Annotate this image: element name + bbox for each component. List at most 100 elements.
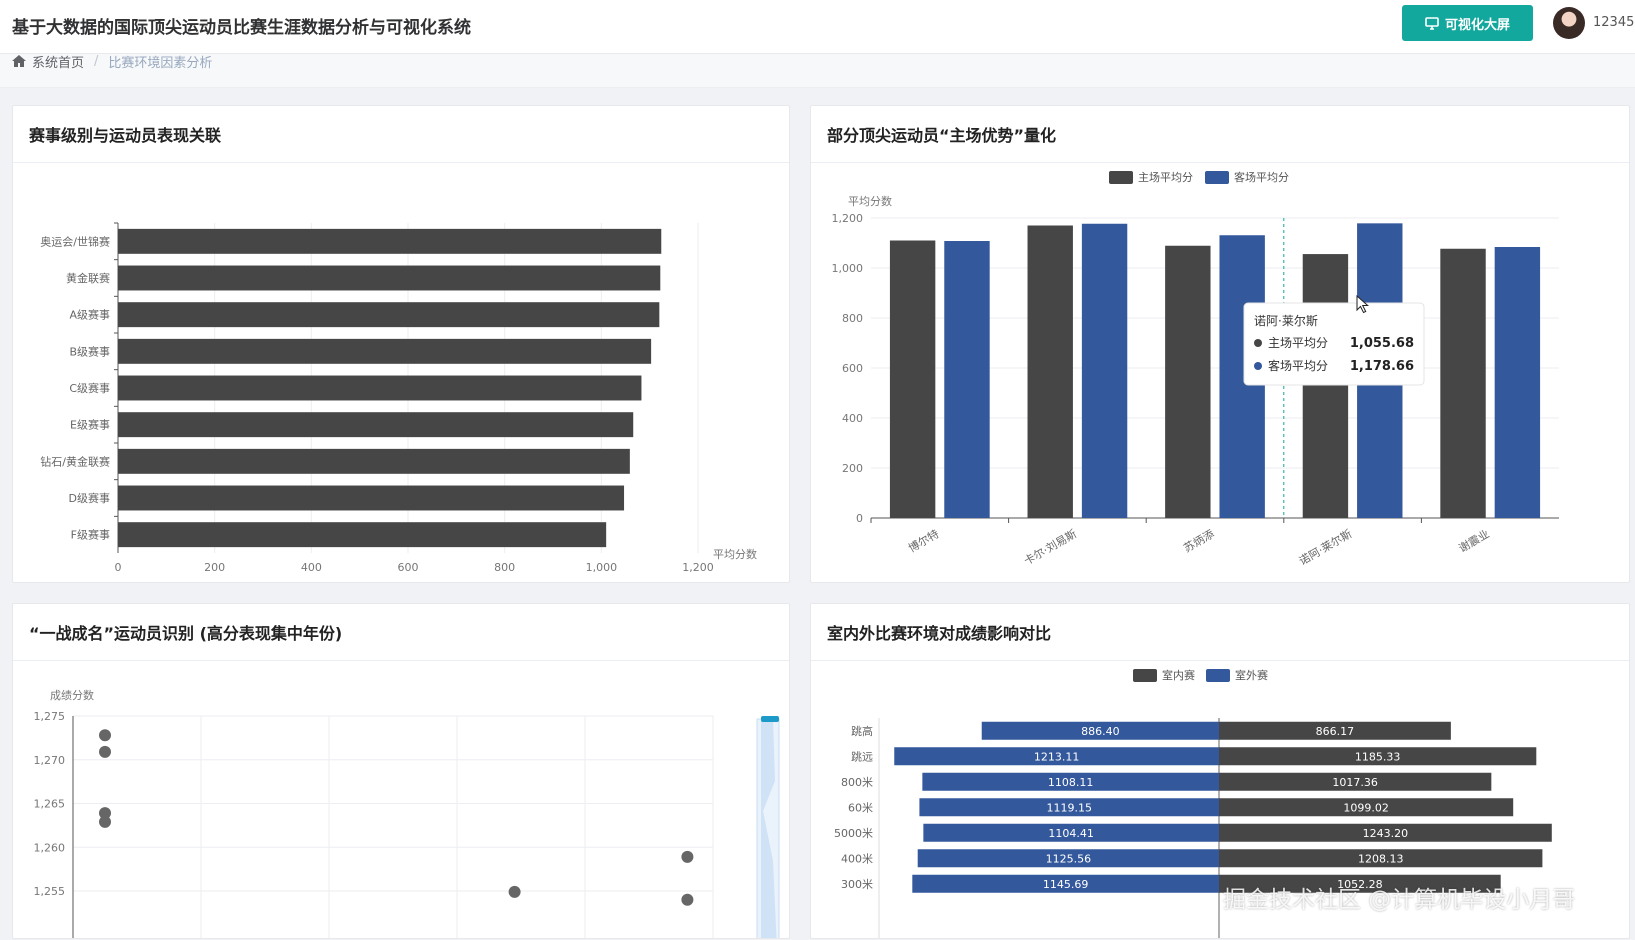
legend-swatch [1206,669,1230,682]
card-breakout-athletes: “一战成名”运动员识别 (高分表现集中年份) 成绩分数 1,255 1,260 1,2… [12,603,790,939]
legend-label: 室外赛 [1235,668,1268,682]
tooltip-label: 客场平均分 [1268,358,1328,373]
y-tick-label: C级赛事 [69,381,110,395]
breadcrumb-bar [0,54,1635,88]
x-tick-label: 谢震业 [1456,526,1492,555]
data-label: 1208.13 [1358,852,1404,865]
data-label: 1125.56 [1046,852,1092,865]
y-tick-label: 200 [842,462,863,475]
bar [118,375,642,401]
legend-swatch [1109,171,1133,184]
data-label: 1185.33 [1355,750,1401,763]
data-label: 866.17 [1316,725,1355,738]
visual-screen-label: 可视化大屏 [1444,17,1510,33]
x-tick-label: 1,000 [586,561,618,574]
y-axis-label: 平均分数 [848,195,892,208]
visual-screen-button[interactable]: 可视化大屏 [1402,5,1533,41]
y-tick-label: 400米 [841,852,873,865]
bar [118,302,660,328]
legend-label: 室内赛 [1162,668,1195,682]
bar [889,240,936,518]
home-advantage-chart: 主场平均分 客场平均分平均分数02004006008001,0001,200博尔特… [832,170,1559,568]
y-tick-label: 钻石/黄金联赛 [40,454,110,468]
x-tick-label: 苏炳添 [1181,526,1217,555]
y-tick-label: 跳高 [851,724,873,738]
breadcrumb-home[interactable]: 系统首页 [32,52,84,71]
x-tick-label: 卡尔·刘易斯 [1022,527,1079,568]
breakout-scatter-chart: 成绩分数 1,255 1,260 1,265 1,270 1,275 [34,689,780,938]
y-tick-label: 1,260 [34,841,66,854]
y-tick-label: 1,200 [832,212,864,225]
breadcrumb: 系统首页 / 比赛环境因素分析 [12,51,212,71]
card-title: “一战成名”运动员识别 (高分表现集中年份) [13,604,789,661]
x-tick-label: 1,200 [682,561,714,574]
card-home-advantage: 部分顶尖运动员“主场优势”量化 主场平均分 客场平均分 平均分数 0 200 400 600… [810,105,1630,583]
card-level-performance: 赛事级别与运动员表现关联 0 200 400 600 800 1,000 1,200 平均分数… [12,105,790,583]
y-tick-label: 400 [842,412,863,425]
y-tick-label: 60米 [848,801,873,814]
data-label: 886.40 [1081,725,1120,738]
legend-swatch [1133,669,1157,682]
y-tick-label: 1,265 [34,798,66,811]
x-tick-label: 600 [398,561,419,574]
scatter-point [99,745,111,758]
y-tick-label: 1,255 [34,885,66,898]
legend-swatch [1205,171,1229,184]
y-tick-label: 黄金联赛 [66,271,110,285]
bar [1027,225,1073,518]
bar [118,412,634,438]
user-avatar[interactable] [1553,7,1585,39]
y-tick-label: F级赛事 [71,528,110,542]
x-tick-label: 200 [204,561,225,574]
y-tick-label: D级赛事 [69,491,110,505]
legend-label: 客场平均分 [1234,170,1289,184]
breadcrumb-separator: / [94,53,99,69]
y-tick-label: B级赛事 [69,344,110,358]
data-label: 1119.15 [1046,801,1092,814]
data-label: 1017.36 [1332,776,1378,789]
x-axis-label: 平均分数 [713,548,757,561]
legend-label: 主场平均分 [1138,170,1193,184]
y-tick-label: 300米 [841,878,873,891]
bar [118,338,652,364]
data-label: 1108.11 [1048,776,1094,789]
scatter-point [99,815,111,828]
y-axis-label: 成绩分数 [50,689,94,702]
x-tick-label: 博尔特 [906,526,942,555]
monitor-icon [1425,16,1439,30]
card-title: 赛事级别与运动员表现关联 [13,106,789,163]
tooltip-label: 主场平均分 [1268,336,1328,350]
y-tick-label: 600 [842,362,863,375]
watermark: 掘金技术社区 @计算机毕设小月哥 [1223,887,1576,913]
data-label: 1104.41 [1048,827,1094,840]
tooltip-marker [1254,339,1262,347]
bar [118,228,662,254]
scatter-point [681,850,694,863]
bar [1494,247,1541,518]
bar [118,265,661,291]
bar [1440,248,1486,518]
x-tick-label: 800 [494,561,515,574]
tooltip-value: 1,178.66 [1350,359,1414,374]
y-tick-label: 奥运会/世锦赛 [40,234,110,248]
bar [1165,245,1211,518]
y-tick-label: 0 [856,512,863,525]
x-tick-label: 诺阿·莱尔斯 [1297,527,1354,568]
y-tick-label: 跳远 [851,749,873,763]
x-tick-label: 400 [301,561,322,574]
bar [1081,223,1128,518]
y-tick-label: E级赛事 [70,418,110,432]
y-tick-label: 1,270 [34,754,66,767]
bar [118,448,630,474]
bar [944,241,990,518]
y-tick-label: 800 [842,312,863,325]
card-title: 部分顶尖运动员“主场优势”量化 [811,106,1629,163]
username[interactable]: 123456 [1593,15,1635,30]
data-label: 1243.20 [1363,827,1409,840]
y-tick-label: 800米 [841,776,873,789]
bar [1302,254,1349,518]
tooltip-title: 诺阿·莱尔斯 [1254,313,1318,328]
level-bar-chart: 0 200 400 600 800 1,000 1,200平均分数 奥运会/世锦赛黄金联赛 A级… [40,222,757,574]
tooltip-marker [1254,362,1262,370]
data-label: 1213.11 [1034,750,1080,763]
